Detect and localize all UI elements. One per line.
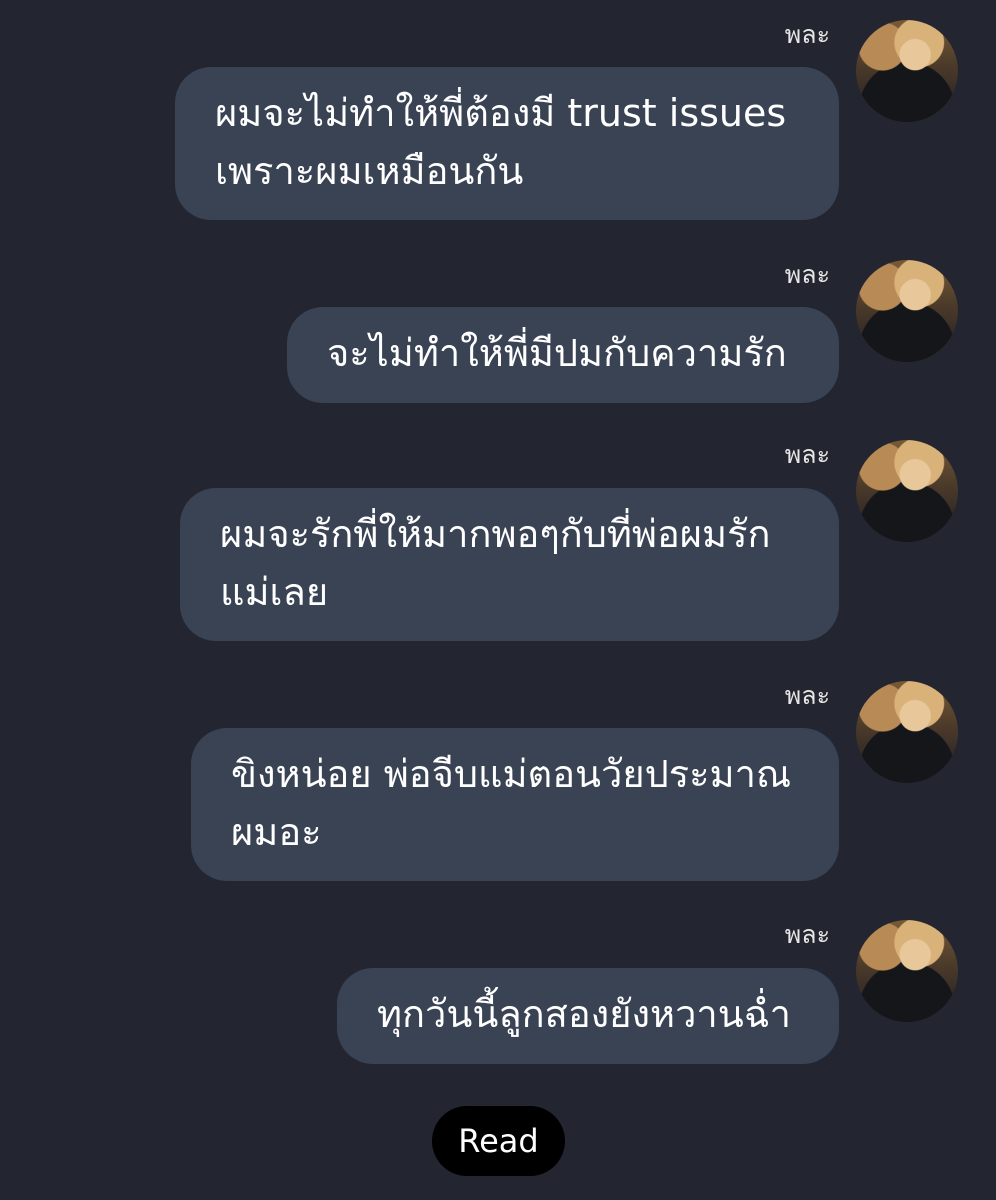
message-bubble[interactable]: ผมจะรักพี่ให้มากพอๆกับที่พ่อผมรัก แม่เลย: [180, 488, 839, 641]
message-bubble[interactable]: ขิงหน่อย พ่อจีบแม่ตอนวัยประมาณ ผมอะ: [191, 728, 839, 881]
sender-name: พละ: [784, 681, 830, 710]
sender-avatar[interactable]: [856, 920, 958, 1022]
sender-name: พละ: [784, 920, 830, 949]
read-status-badge: Read: [432, 1106, 565, 1176]
sender-name: พละ: [784, 440, 830, 469]
sender-name: พละ: [784, 20, 830, 49]
chat-thread: พละ ผมจะไม่ทำให้พี่ต้องมี trust issues เ…: [0, 0, 996, 1200]
sender-avatar[interactable]: [856, 260, 958, 362]
message-bubble[interactable]: จะไม่ทำให้พี่มีปมกับความรัก: [287, 307, 839, 403]
sender-avatar[interactable]: [856, 440, 958, 542]
sender-avatar[interactable]: [856, 681, 958, 783]
message-bubble[interactable]: ทุกวันนี้ลูกสองยังหวานฉ่ำ: [337, 968, 839, 1064]
message-bubble[interactable]: ผมจะไม่ทำให้พี่ต้องมี trust issues เพราะ…: [175, 67, 839, 220]
sender-name: พละ: [784, 260, 830, 289]
sender-avatar[interactable]: [856, 20, 958, 122]
